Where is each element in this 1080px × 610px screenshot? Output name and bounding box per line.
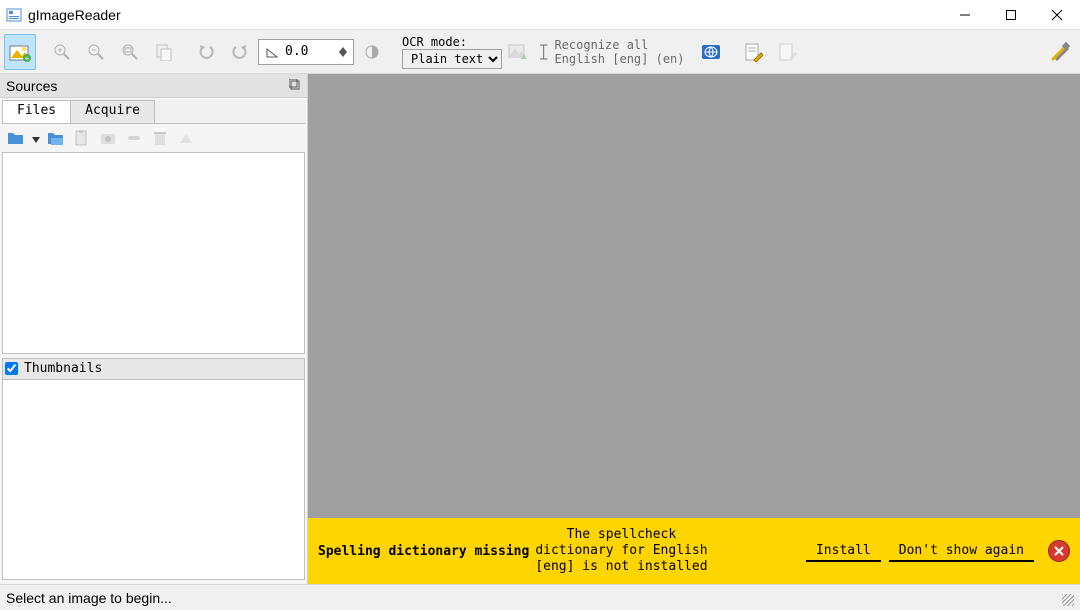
- thumbnails-list[interactable]: [2, 380, 305, 581]
- svg-text:+: +: [25, 54, 30, 62]
- notice-close-button[interactable]: [1048, 540, 1070, 562]
- clear-sources-button[interactable]: [176, 128, 196, 148]
- window-close-button[interactable]: [1034, 0, 1080, 30]
- spinner-icon[interactable]: [339, 47, 347, 57]
- rotation-value: 0.0: [285, 44, 308, 59]
- thumbnails-header[interactable]: Thumbnails: [2, 358, 305, 380]
- tab-acquire[interactable]: Acquire: [70, 100, 155, 123]
- zoom-out-button[interactable]: [80, 34, 112, 70]
- sources-panel-title: Sources: [6, 78, 57, 94]
- install-dictionary-button[interactable]: Install: [806, 541, 881, 562]
- ocr-mode-label: OCR mode:: [402, 35, 502, 49]
- ocr-mode-select[interactable]: Plain text: [402, 49, 502, 69]
- remove-source-button[interactable]: [124, 128, 144, 148]
- files-toolbar: [0, 124, 307, 152]
- angle-icon: [265, 45, 279, 59]
- resize-grip-icon[interactable]: [1058, 590, 1074, 606]
- notice-title: Spelling dictionary missing: [318, 544, 529, 559]
- clear-text-button[interactable]: [771, 34, 803, 70]
- open-folder-button[interactable]: [46, 128, 66, 148]
- recognize-all-label: Recognize all: [554, 38, 648, 52]
- spellcheck-notice: Spelling dictionary missing The spellche…: [308, 518, 1080, 584]
- zoom-in-button[interactable]: [46, 34, 78, 70]
- delete-source-button[interactable]: [150, 128, 170, 148]
- open-dropdown-icon[interactable]: [32, 131, 40, 146]
- open-file-button[interactable]: [6, 128, 26, 148]
- preferences-button[interactable]: [1044, 34, 1076, 70]
- statusbar: Select an image to begin...: [0, 584, 1080, 610]
- paste-image-button[interactable]: [72, 128, 92, 148]
- rotate-left-button[interactable]: [190, 34, 222, 70]
- panel-undock-button[interactable]: [289, 78, 301, 94]
- brightness-contrast-button[interactable]: [356, 34, 388, 70]
- image-canvas[interactable]: [308, 74, 1080, 518]
- sources-panel: Sources Files Acquire Thumbnails: [0, 74, 308, 584]
- statusbar-text: Select an image to begin...: [6, 590, 172, 606]
- notice-message: The spellcheck dictionary for English [e…: [535, 527, 707, 576]
- screenshot-button[interactable]: [98, 128, 118, 148]
- rotation-input[interactable]: 0.0: [258, 39, 354, 65]
- sources-panel-header: Sources: [0, 74, 307, 98]
- ocr-mode-block: OCR mode: Plain text: [402, 32, 502, 72]
- app-icon: [6, 7, 22, 23]
- thumbnails-checkbox[interactable]: [5, 362, 18, 375]
- edit-text-button[interactable]: [737, 34, 769, 70]
- rotate-right-button[interactable]: [224, 34, 256, 70]
- thumbnails-label: Thumbnails: [24, 361, 102, 376]
- titlebar: gImageReader: [0, 0, 1080, 30]
- recognize-language-block[interactable]: ┬ Recognize all ┴ English [eng] (en): [540, 32, 685, 72]
- recognize-button[interactable]: [504, 34, 532, 70]
- toggle-sources-button[interactable]: +: [4, 34, 36, 70]
- window-title: gImageReader: [28, 7, 121, 23]
- main-toolbar: + 0.0 OCR mode: Plain text ┬ Recognize a…: [0, 30, 1080, 74]
- image-canvas-area: Spelling dictionary missing The spellche…: [308, 74, 1080, 584]
- language-globe-button[interactable]: [695, 34, 727, 70]
- recognize-language-label: English [eng] (en): [554, 52, 684, 66]
- files-list[interactable]: [2, 152, 305, 354]
- zoom-fit-button[interactable]: [114, 34, 146, 70]
- zoom-original-button[interactable]: [148, 34, 180, 70]
- window-maximize-button[interactable]: [988, 0, 1034, 30]
- dont-show-again-button[interactable]: Don't show again: [889, 541, 1034, 562]
- window-minimize-button[interactable]: [942, 0, 988, 30]
- sources-tabs: Files Acquire: [2, 100, 305, 124]
- tab-files[interactable]: Files: [2, 100, 71, 123]
